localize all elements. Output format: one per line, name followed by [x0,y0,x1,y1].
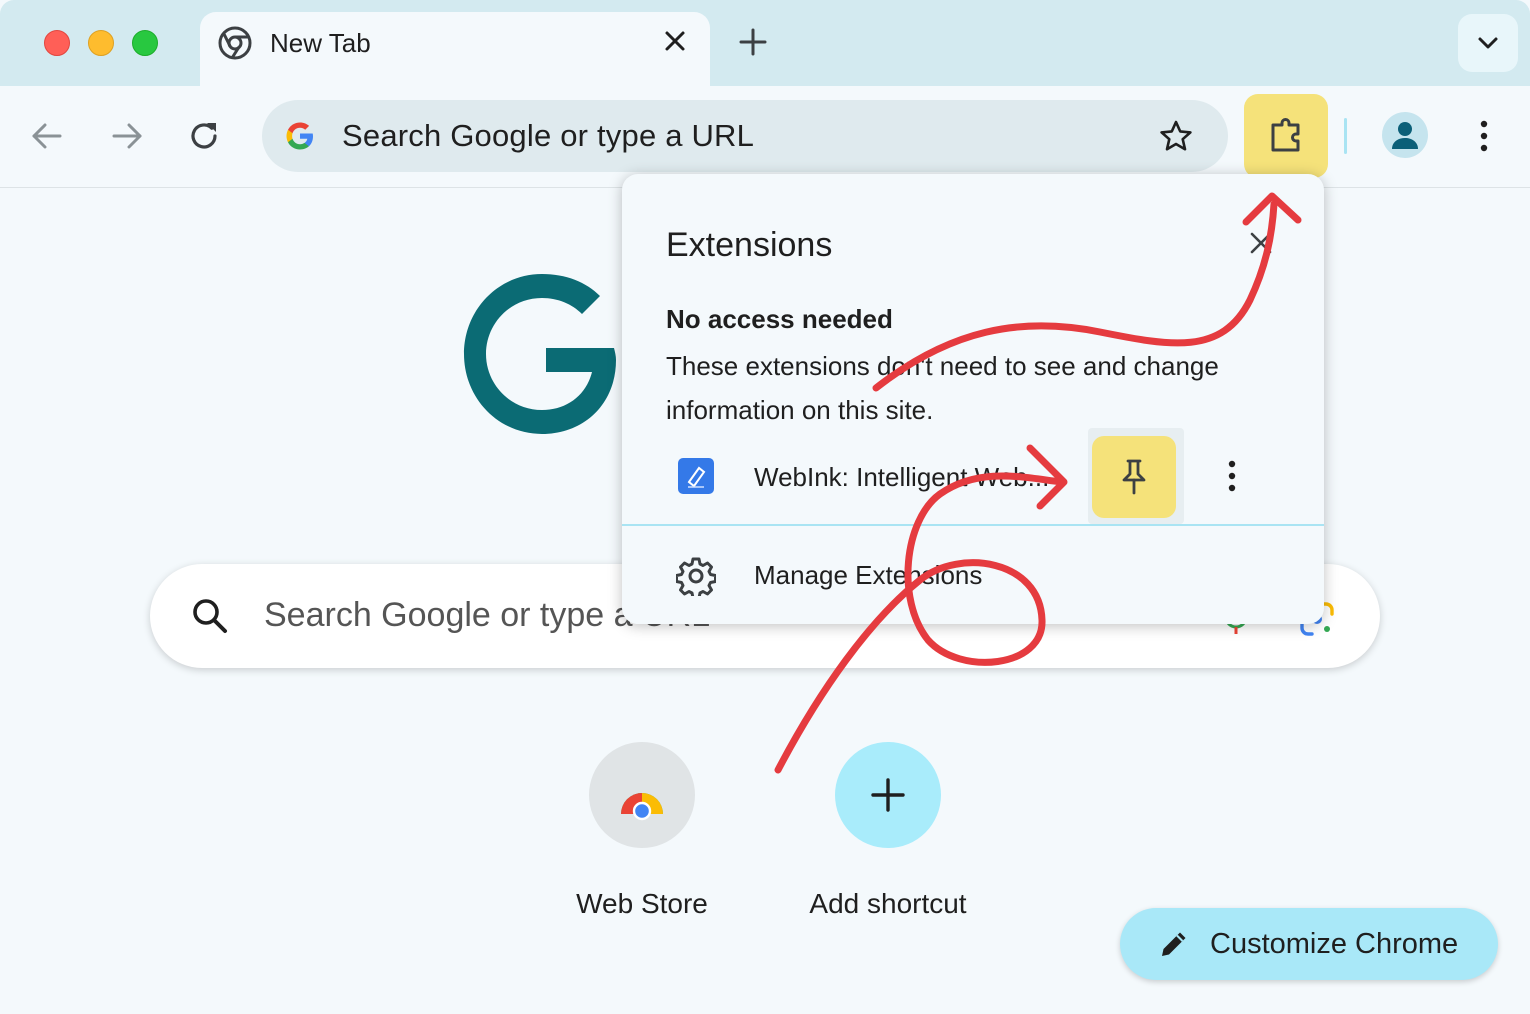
forward-button[interactable] [104,114,148,158]
manage-extensions-link[interactable]: Manage Extensions [754,560,982,591]
arrow-left-icon [32,123,62,149]
webink-extension-icon [678,458,714,494]
profile-button[interactable] [1382,112,1428,158]
customize-chrome-label: Customize Chrome [1210,928,1459,960]
toolbar-separator [1344,118,1347,154]
popup-divider [622,524,1324,526]
chrome-web-store-icon [621,793,663,821]
section-description: These extensions don't need to see and c… [666,351,1219,425]
browser-window: New Tab Search Google or type a URL Sear… [0,0,1530,1014]
arrow-right-icon [112,123,142,149]
minimize-window-button[interactable] [88,30,114,56]
extension-name[interactable]: WebInk: Intelligent Web... [754,462,1049,493]
person-icon [1392,122,1418,149]
shortcut-label: Web Store [576,888,708,919]
new-tab-button[interactable] [733,22,773,62]
google-g-icon [282,118,318,154]
puzzle-icon [1271,118,1300,152]
back-button[interactable] [26,114,70,158]
tab-title: New Tab [270,28,371,58]
pin-extension-button[interactable] [1088,428,1184,524]
shortcut-label: Add shortcut [809,888,967,919]
gear-icon [675,556,717,600]
chrome-menu-button[interactable] [1466,114,1502,158]
close-window-button[interactable] [44,30,70,56]
extension-menu-button[interactable] [1214,456,1250,496]
omnibox-placeholder: Search Google or type a URL [342,118,755,153]
search-icon [190,596,230,636]
section-heading: No access needed [666,304,893,334]
close-tab-icon[interactable] [658,24,692,58]
chrome-icon [218,26,252,60]
pin-highlight [1092,436,1176,518]
plus-icon [871,778,905,812]
shortcut-add[interactable]: Add shortcut [788,742,988,920]
tab-new-tab[interactable]: New Tab [200,12,710,88]
omnibox[interactable]: Search Google or type a URL [262,100,1228,172]
toolbar: Search Google or type a URL [0,86,1530,188]
tab-strip: New Tab [0,0,1530,88]
extensions-button[interactable] [1244,94,1328,178]
pin-icon [1122,459,1146,495]
web-store-tile [589,742,695,848]
maximize-window-button[interactable] [132,30,158,56]
reload-button[interactable] [182,114,226,158]
more-vert-icon [1480,120,1488,152]
add-shortcut-tile [835,742,941,848]
customize-chrome-button[interactable]: Customize Chrome [1120,908,1498,980]
tab-search-button[interactable] [1458,14,1518,72]
more-vert-icon [1228,460,1236,492]
chevron-down-icon [1478,37,1498,49]
shortcut-web-store[interactable]: Web Store [542,742,742,920]
reload-icon [191,123,217,149]
bookmark-star-icon[interactable] [1158,118,1194,154]
popup-title: Extensions [666,226,833,264]
close-icon[interactable] [1246,228,1276,258]
pencil-icon [1162,932,1186,956]
extensions-popup: Extensions No access needed These extens… [622,174,1324,624]
google-logo [462,272,622,436]
